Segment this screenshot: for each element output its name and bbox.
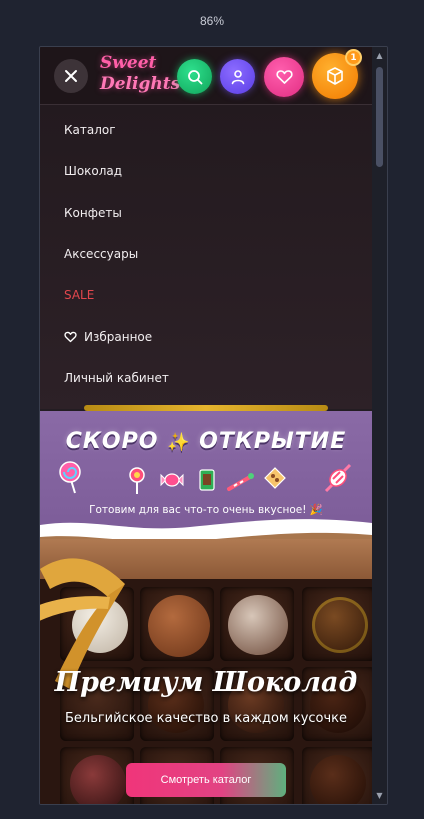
- heart-outline-icon: [64, 331, 77, 343]
- site-logo[interactable]: Sweet Delights: [100, 53, 181, 95]
- cart-count-badge: 1: [345, 49, 362, 66]
- coming-soon-title-part-1: СКОРО: [65, 429, 159, 454]
- menu-item-sale[interactable]: SALE: [64, 285, 94, 305]
- coconut-truffle: [228, 595, 288, 655]
- cookie-box-icon: [264, 467, 286, 489]
- menu-item-catalog[interactable]: Каталог: [64, 120, 116, 140]
- heart-icon: [275, 70, 293, 84]
- page-viewport: Sweet Delights 1 Каталог Шоколад Конфеты…: [40, 47, 372, 804]
- zoom-level: 86%: [199, 14, 225, 28]
- coming-soon-banner: СКОРО ✨ ОТКРЫТИЕ Готовим для вас что-то …: [40, 411, 372, 545]
- menu-item-chocolate[interactable]: Шоколад: [64, 161, 122, 181]
- view-catalog-button[interactable]: Смотреть каталог: [126, 763, 286, 797]
- cube-icon: [327, 67, 343, 85]
- chocolate-bar-icon: [199, 469, 215, 491]
- lollipop-swirl-icon: [59, 461, 81, 494]
- logo-line-1: Sweet: [100, 53, 157, 73]
- account-button[interactable]: [220, 59, 255, 94]
- site-header: Sweet Delights 1: [40, 47, 372, 105]
- gold-dust-truffle: [312, 597, 368, 653]
- hero-subtitle: Бельгийское качество в каждом кусочке: [64, 711, 348, 726]
- coming-soon-title-part-2: ОТКРЫТИЕ: [199, 429, 347, 454]
- menu-item-favorites-label: Избранное: [84, 330, 153, 344]
- vertical-scrollbar[interactable]: ▲ ▼: [372, 47, 387, 804]
- striped-candy-icon: [324, 463, 352, 493]
- close-menu-button[interactable]: [54, 59, 88, 93]
- dark-truffle-4: [70, 755, 126, 804]
- menu-item-accessories[interactable]: Аксессуары: [64, 244, 138, 264]
- scroll-thumb[interactable]: [376, 67, 383, 167]
- wrapped-candy-icon: [160, 473, 184, 487]
- search-button[interactable]: [177, 59, 212, 94]
- cocoa-truffle: [148, 595, 210, 657]
- scroll-up-arrow-icon[interactable]: ▲: [375, 51, 384, 60]
- coming-soon-title: СКОРО ✨ ОТКРЫТИЕ: [40, 429, 372, 454]
- close-icon: [65, 70, 77, 82]
- sparkles-icon: ✨: [167, 432, 191, 453]
- menu-item-account[interactable]: Личный кабинет: [64, 368, 169, 388]
- search-icon: [187, 69, 202, 84]
- device-frame: Sweet Delights 1 Каталог Шоколад Конфеты…: [39, 46, 388, 805]
- favorites-button[interactable]: [264, 57, 304, 97]
- hero-title: Премиум Шоколад: [54, 667, 358, 698]
- menu-item-candies[interactable]: Конфеты: [64, 203, 122, 223]
- lollipop-icon: [129, 467, 145, 494]
- logo-line-2: Delights: [100, 74, 181, 94]
- user-icon: [231, 69, 244, 84]
- navigation-menu: Каталог Шоколад Конфеты Аксессуары SALE …: [40, 105, 372, 409]
- hero-banner: Премиум Шоколад Бельгийское качество в к…: [40, 539, 372, 804]
- dark-truffle-5: [310, 755, 366, 804]
- candy-stick-icon: [227, 473, 254, 491]
- scroll-down-arrow-icon[interactable]: ▼: [375, 791, 384, 800]
- cart-button[interactable]: 1: [312, 49, 362, 99]
- menu-item-favorites[interactable]: Избранное: [64, 327, 152, 347]
